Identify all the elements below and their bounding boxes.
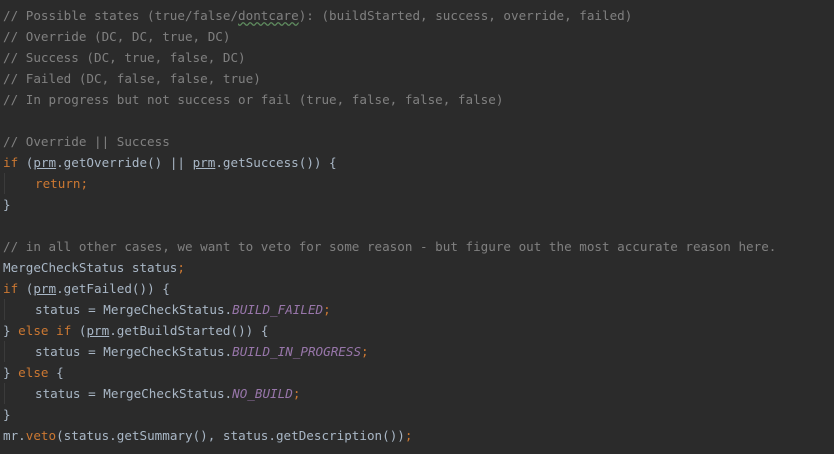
- code-text: status = MergeCheckStatus.: [35, 386, 233, 401]
- code-text: (: [71, 323, 87, 338]
- code-line: } else {: [0, 362, 834, 383]
- keyword: else: [18, 365, 49, 380]
- comment: // Success (DC, true, false, DC): [3, 50, 246, 65]
- variable: prm: [33, 281, 57, 296]
- code-text: (status.getSummary(), status.getDescript…: [56, 428, 405, 443]
- code-text: .getFailed()) {: [56, 281, 170, 296]
- code-text: status = MergeCheckStatus.: [35, 344, 233, 359]
- code-line: // Success (DC, true, false, DC): [0, 47, 834, 68]
- code-line: // in all other cases, we want to veto f…: [0, 236, 834, 257]
- code-text: status = MergeCheckStatus.: [35, 302, 233, 317]
- keyword: if: [56, 323, 72, 338]
- indent-guide: [4, 299, 5, 320]
- method-call: veto: [25, 428, 57, 443]
- variable: prm: [192, 155, 216, 170]
- indent-guide: [4, 341, 5, 362]
- code-text: MergeCheckStatus status: [3, 260, 178, 275]
- code-text: .getSuccess()) {: [215, 155, 337, 170]
- code-line: // Override (DC, DC, true, DC): [0, 26, 834, 47]
- code-line: MergeCheckStatus status;: [0, 257, 834, 278]
- code-line: }: [0, 404, 834, 425]
- indent-guide: [4, 383, 5, 404]
- code-line: // Failed (DC, false, false, true): [0, 68, 834, 89]
- code-text: (: [18, 155, 34, 170]
- keyword: else: [18, 323, 49, 338]
- comment: // Failed (DC, false, false, true): [3, 71, 261, 86]
- code-text: }: [3, 323, 19, 338]
- code-line: return;: [0, 173, 834, 194]
- comment: // Override (DC, DC, true, DC): [3, 29, 231, 44]
- constant: NO_BUILD: [232, 386, 293, 401]
- code-line: status = MergeCheckStatus.BUILD_IN_PROGR…: [0, 341, 834, 362]
- code-editor[interactable]: // Possible states (true/false/dontcare)…: [0, 0, 834, 454]
- keyword: return: [35, 176, 81, 191]
- code-text: {: [48, 365, 64, 380]
- comment: // In progress but not success or fail (…: [3, 92, 504, 107]
- spellcheck-word: dontcare: [238, 8, 299, 23]
- comment: // in all other cases, we want to veto f…: [3, 239, 777, 254]
- code-line: // Possible states (true/false/dontcare)…: [0, 5, 834, 26]
- code-line: // In progress but not success or fail (…: [0, 89, 834, 110]
- code-line: if (prm.getOverride() || prm.getSuccess(…: [0, 152, 834, 173]
- semicolon: ;: [404, 428, 413, 443]
- semicolon: ;: [292, 386, 301, 401]
- constant: BUILD_IN_PROGRESS: [232, 344, 362, 359]
- comment: // Override || Success: [3, 134, 170, 149]
- code-text: }: [3, 197, 11, 212]
- code-text: }: [3, 365, 19, 380]
- variable: prm: [33, 155, 57, 170]
- code-text: (: [18, 281, 34, 296]
- code-text: .getOverride() ||: [56, 155, 193, 170]
- comment: // Possible states (true/false/: [3, 8, 239, 23]
- code-line: } else if (prm.getBuildStarted()) {: [0, 320, 834, 341]
- comment: ): (buildStarted, success, override, fai…: [298, 8, 633, 23]
- semicolon: ;: [80, 176, 89, 191]
- keyword: if: [3, 281, 19, 296]
- semicolon: ;: [361, 344, 369, 359]
- indent-guide: [4, 173, 5, 194]
- code-line: }: [0, 194, 834, 215]
- code-line: status = MergeCheckStatus.NO_BUILD;: [0, 383, 834, 404]
- code-line: // Override || Success: [0, 131, 834, 152]
- code-line: status = MergeCheckStatus.BUILD_FAILED;: [0, 299, 834, 320]
- semicolon: ;: [323, 302, 331, 317]
- code-text: .getBuildStarted()) {: [109, 323, 269, 338]
- code-line: if (prm.getFailed()) {: [0, 278, 834, 299]
- keyword: if: [3, 155, 19, 170]
- semicolon: ;: [177, 260, 185, 275]
- code-text: }: [3, 407, 11, 422]
- code-text: mr.: [3, 428, 26, 443]
- variable: prm: [86, 323, 110, 338]
- code-line: mr.veto(status.getSummary(), status.getD…: [0, 425, 834, 446]
- constant: BUILD_FAILED: [232, 302, 324, 317]
